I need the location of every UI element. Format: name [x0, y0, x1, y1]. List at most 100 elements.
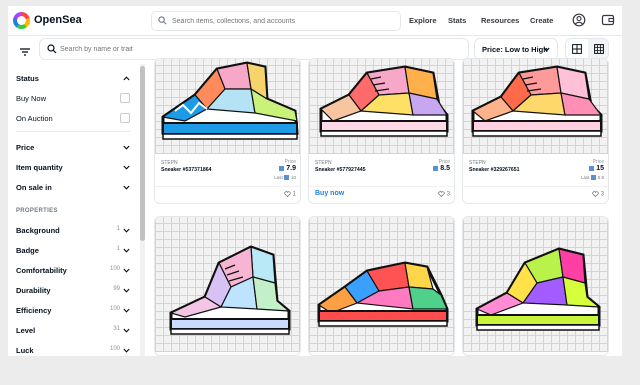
property-label: Background — [16, 226, 60, 235]
last-sale-amount: 5.8 — [597, 175, 604, 180]
property-badge[interactable]: Badge 1 — [16, 244, 130, 258]
search-icon — [158, 16, 167, 25]
properties-heading: PROPERTIES — [16, 208, 58, 214]
favorite-button[interactable]: 1 — [283, 191, 296, 198]
chevron-down-icon — [123, 288, 130, 293]
brand-name[interactable]: OpenSea — [34, 14, 82, 26]
on-sale-in-label: On sale in — [16, 183, 52, 192]
last-sale: Last 5.8 — [581, 175, 604, 181]
buy-now-button[interactable]: Buy now — [315, 190, 344, 197]
favorite-count: 1 — [292, 191, 296, 198]
nft-image[interactable] — [155, 217, 300, 352]
nav-resources[interactable]: Resources — [481, 16, 519, 25]
global-search[interactable] — [151, 11, 401, 31]
last-sale-amount: 10 — [290, 175, 296, 180]
nft-card[interactable] — [462, 216, 609, 356]
nft-card[interactable]: STEPN Sneaker #577927445 Price 8.5 Buy n… — [308, 58, 455, 204]
chevron-down-icon — [123, 185, 130, 190]
app-frame: OpenSea Explore Stats Resources Create P… — [8, 6, 622, 356]
eth-icon — [590, 175, 596, 181]
divider — [309, 186, 454, 187]
global-search-input[interactable] — [172, 14, 397, 28]
nft-card[interactable] — [154, 216, 301, 356]
property-count: 99 — [113, 286, 120, 292]
filter-on-auction[interactable]: On Auction — [16, 112, 130, 126]
buy-now-label: Buy Now — [16, 94, 47, 103]
collection-name[interactable]: STEPN — [161, 160, 178, 166]
heart-icon — [283, 191, 291, 197]
chevron-up-icon — [123, 76, 130, 81]
wallet-icon[interactable] — [601, 13, 615, 27]
eth-icon — [589, 165, 595, 171]
trait-search[interactable] — [39, 38, 469, 60]
item-quantity-section-toggle[interactable]: Item quantity — [16, 161, 130, 175]
account-icon[interactable] — [572, 13, 586, 27]
nav-create[interactable]: Create — [530, 16, 553, 25]
status-section-toggle[interactable]: Status — [16, 72, 130, 86]
sneaker-image — [161, 61, 299, 140]
property-efficiency[interactable]: Efficiency 100 — [16, 304, 130, 318]
nft-image[interactable] — [463, 59, 608, 154]
sort-dropdown[interactable]: Price: Low to High — [474, 38, 558, 60]
sneaker-image — [169, 245, 291, 335]
property-comfortability[interactable]: Comfortability 100 — [16, 264, 130, 278]
small-grid-icon — [594, 44, 604, 54]
property-label: Level — [16, 326, 36, 335]
price-section-toggle[interactable]: Price — [16, 141, 130, 155]
nav-explore[interactable]: Explore — [409, 16, 437, 25]
on-sale-in-section-toggle[interactable]: On sale in — [16, 181, 130, 195]
last-sale: Last 10 — [274, 175, 296, 181]
filter-toggle-icon[interactable] — [18, 45, 32, 59]
property-durability[interactable]: Durability 99 — [16, 284, 130, 298]
small-grid-view-button[interactable] — [588, 39, 608, 59]
property-background[interactable]: Background 1 — [16, 224, 130, 238]
property-count: 100 — [109, 266, 120, 272]
card-meta: STEPN Sneaker #329267651 Price 15 Last 5… — [463, 154, 608, 203]
price-value: 15 — [589, 165, 604, 172]
view-toggle — [565, 38, 609, 60]
item-name[interactable]: Sneaker #329267651 — [469, 167, 519, 173]
chevron-down-icon — [123, 328, 130, 333]
nft-image[interactable] — [463, 217, 608, 352]
price-value: 7.9 — [279, 165, 296, 172]
favorite-button[interactable]: 3 — [591, 191, 604, 198]
favorite-button[interactable]: 3 — [437, 191, 450, 198]
property-luck[interactable]: Luck 100 — [16, 344, 130, 356]
filter-buy-now[interactable]: Buy Now — [16, 92, 130, 106]
sneaker-image — [317, 261, 449, 327]
sneaker-image — [471, 65, 603, 137]
chevron-down-icon — [123, 165, 130, 170]
nft-card[interactable]: STEPN Sneaker #537371864 Price 7.9 Last … — [154, 58, 301, 204]
nft-card[interactable] — [308, 216, 455, 356]
sidebar-scrollbar-thumb[interactable] — [140, 66, 145, 241]
property-label: Luck — [16, 346, 34, 355]
buy-now-checkbox[interactable] — [120, 93, 130, 103]
nft-image[interactable] — [155, 59, 300, 154]
property-count: 100 — [109, 346, 120, 352]
nft-card[interactable]: STEPN Sneaker #329267651 Price 15 Last 5… — [462, 58, 609, 204]
property-label: Badge — [16, 246, 39, 255]
nft-image[interactable] — [309, 59, 454, 154]
collection-name[interactable]: STEPN — [315, 160, 332, 166]
large-grid-icon — [572, 44, 582, 54]
property-level[interactable]: Level 31 — [16, 324, 130, 338]
chevron-down-icon — [123, 228, 130, 233]
nft-image[interactable] — [309, 217, 454, 352]
on-auction-checkbox[interactable] — [120, 113, 130, 123]
opensea-logo-icon[interactable] — [13, 12, 30, 29]
large-grid-view-button[interactable] — [566, 39, 588, 59]
chevron-down-icon — [123, 248, 130, 253]
nav-stats[interactable]: Stats — [448, 16, 466, 25]
sneaker-image — [319, 65, 449, 137]
trait-search-input[interactable] — [60, 43, 460, 56]
card-meta: STEPN Sneaker #577927445 Price 8.5 Buy n… — [309, 154, 454, 203]
sneaker-image — [475, 247, 601, 331]
divider — [16, 131, 130, 132]
item-name[interactable]: Sneaker #537371864 — [161, 167, 211, 173]
chevron-down-icon — [123, 348, 130, 353]
eth-icon — [433, 165, 439, 171]
collection-name[interactable]: STEPN — [469, 160, 486, 166]
heart-icon — [437, 191, 445, 197]
item-name[interactable]: Sneaker #577927445 — [315, 167, 365, 173]
price-amount: 8.5 — [440, 165, 450, 172]
